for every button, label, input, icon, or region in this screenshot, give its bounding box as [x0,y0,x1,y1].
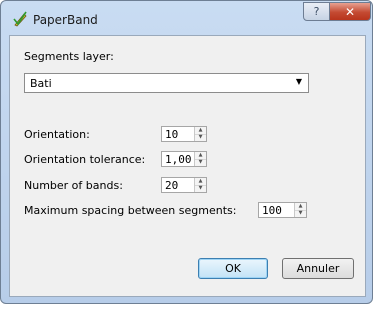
orientation-tolerance-value: 1,00 [165,153,192,166]
spin-down-icon[interactable]: ▼ [195,185,206,192]
orientation-tolerance-stepper[interactable]: ▲ ▼ [194,152,206,166]
cancel-button[interactable]: Annuler [282,258,354,279]
orientation-stepper[interactable]: ▲ ▼ [194,127,206,141]
max-spacing-label: Maximum spacing between segments: [24,204,237,217]
number-of-bands-value: 20 [165,179,179,192]
dialog-content: Segments layer: Bati ▼ Orientation: 10 ▲… [9,35,366,297]
orientation-value: 10 [165,128,179,141]
max-spacing-value: 100 [262,204,282,217]
close-button[interactable]: ✕ [329,2,371,21]
max-spacing-stepper[interactable]: ▲ ▼ [294,203,306,217]
chevron-down-icon: ▼ [295,77,302,86]
spin-down-icon[interactable]: ▼ [195,159,206,166]
orientation-tolerance-spinbox[interactable]: 1,00 ▲ ▼ [161,151,207,167]
segments-layer-label: Segments layer: [24,50,114,63]
close-icon: ✕ [344,4,356,19]
ok-button[interactable]: OK [198,258,268,279]
orientation-spinbox[interactable]: 10 ▲ ▼ [161,126,207,142]
number-of-bands-spinbox[interactable]: 20 ▲ ▼ [161,177,207,193]
window-title: PaperBand [33,13,98,27]
dialog-window: PaperBand ? ✕ Segments layer: Bati ▼ Ori… [0,0,373,304]
segments-layer-select[interactable]: Bati ▼ [24,73,309,93]
orientation-label: Orientation: [24,128,90,141]
spin-down-icon[interactable]: ▼ [195,134,206,141]
paperband-pen-icon [13,11,27,27]
number-of-bands-stepper[interactable]: ▲ ▼ [194,178,206,192]
help-button[interactable]: ? [303,2,330,21]
spin-down-icon[interactable]: ▼ [295,210,306,217]
help-icon: ? [313,5,320,18]
segments-layer-value: Bati [30,77,52,90]
max-spacing-spinbox[interactable]: 100 ▲ ▼ [258,202,307,218]
number-of-bands-label: Number of bands: [24,179,123,192]
title-bar[interactable]: PaperBand ? ✕ [1,1,372,35]
orientation-tolerance-label: Orientation tolerance: [24,153,146,166]
